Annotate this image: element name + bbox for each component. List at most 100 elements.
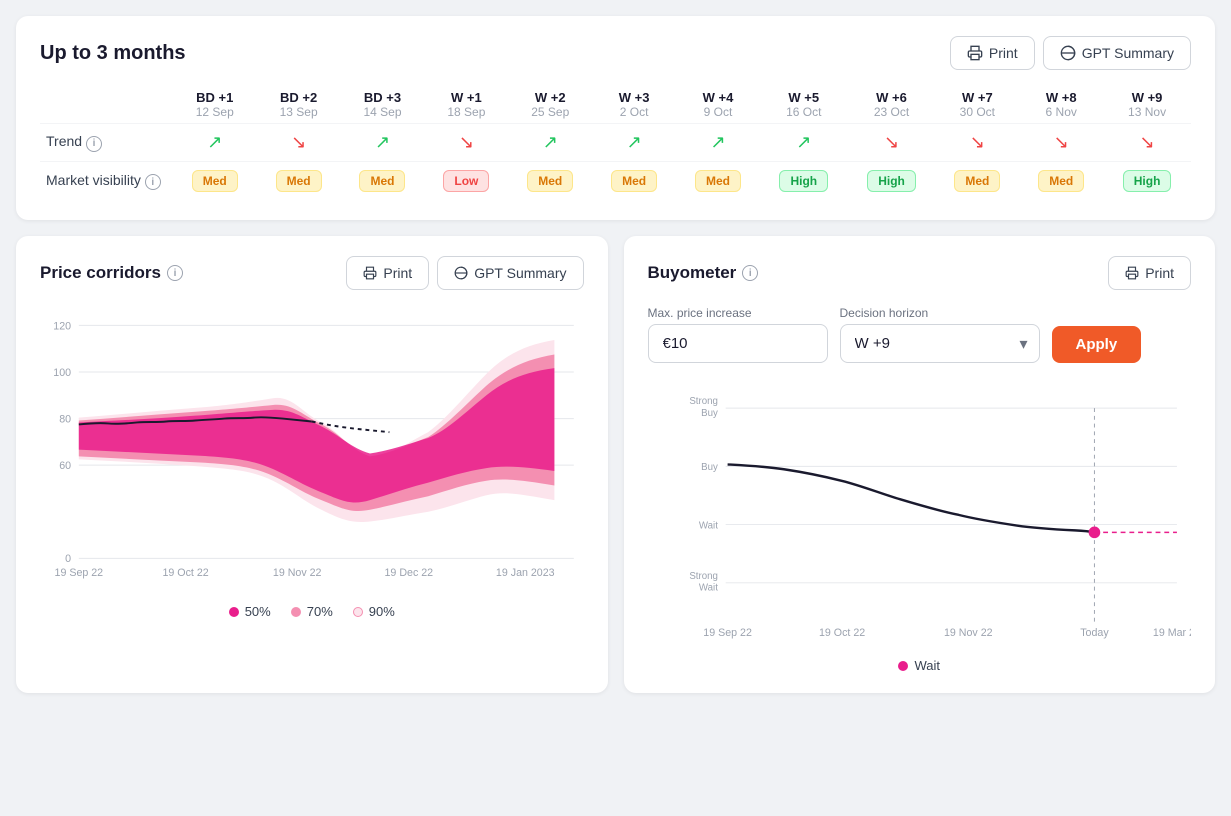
legend-50-dot (229, 607, 239, 617)
col-w6: W +623 Oct (848, 86, 936, 124)
buyometer-svg: Strong Buy Buy Wait Strong Wait 19 Sep 2… (648, 379, 1192, 641)
visibility-badge: High (867, 170, 916, 192)
col-w5: W +516 Oct (760, 86, 848, 124)
printer-icon (967, 45, 983, 61)
max-price-group: Max. price increase (648, 306, 828, 363)
price-corridors-info-icon[interactable]: i (167, 265, 183, 281)
svg-text:Strong: Strong (689, 571, 718, 582)
buyometer-legend-wait: Wait (898, 658, 940, 673)
trend-arrow: ↘ (459, 132, 474, 152)
max-price-input[interactable] (648, 324, 828, 363)
price-corridors-chart: 120 100 80 60 0 19 Sep 22 19 Oct 22 19 (40, 306, 584, 592)
svg-text:19 Sep 22: 19 Sep 22 (55, 567, 104, 579)
svg-text:120: 120 (53, 320, 71, 332)
trend-arrow: ↘ (291, 132, 306, 152)
trend-arrow: ↘ (1140, 132, 1155, 152)
svg-text:Buy: Buy (701, 462, 718, 473)
svg-text:60: 60 (59, 460, 71, 472)
max-price-label: Max. price increase (648, 306, 828, 320)
visibility-badge: High (779, 170, 828, 192)
buyometer-legend: Wait (648, 658, 1192, 673)
visibility-badge: Med (527, 170, 573, 192)
visibility-badge: Med (611, 170, 657, 192)
svg-text:19 Nov 22: 19 Nov 22 (273, 567, 322, 579)
col-bd2: BD +213 Sep (257, 86, 341, 124)
col-w7: W +730 Oct (935, 86, 1019, 124)
price-corridors-print-button[interactable]: Print (346, 256, 429, 290)
top-card-actions: Print GPT Summary (950, 36, 1191, 70)
col-w2: W +225 Sep (508, 86, 592, 124)
buyometer-dot (1088, 527, 1100, 539)
price-corridors-legend: 50% 70% 90% (40, 604, 584, 619)
svg-text:19 Oct 22: 19 Oct 22 (819, 627, 865, 639)
trend-arrow: ↗ (796, 132, 811, 152)
buyometer-print-button[interactable]: Print (1108, 256, 1191, 290)
trend-arrow: ↘ (884, 132, 899, 152)
svg-text:19 Mar 23: 19 Mar 23 (1152, 627, 1191, 639)
price-corridors-gpt-button[interactable]: GPT Summary (437, 256, 583, 290)
visibility-badge: Med (695, 170, 741, 192)
visibility-badge: Med (1038, 170, 1084, 192)
decision-horizon-select-wrapper: W +1 W +2 W +3 W +4 W +5 W +6 W +7 W +8 … (840, 324, 1040, 363)
visibility-badge: Med (192, 170, 238, 192)
gpt-summary-button[interactable]: GPT Summary (1043, 36, 1191, 70)
buyometer-info-icon[interactable]: i (742, 265, 758, 281)
visibility-badge: Med (359, 170, 405, 192)
trend-arrow: ↗ (207, 132, 222, 152)
legend-90: 90% (353, 604, 395, 619)
buyometer-line (727, 464, 1094, 532)
svg-text:19 Oct 22: 19 Oct 22 (162, 567, 208, 579)
buyometer-header: Buyometer i Print (648, 256, 1192, 290)
buyometer-controls: Max. price increase Decision horizon W +… (648, 306, 1192, 363)
visibility-badge: Med (954, 170, 1000, 192)
svg-text:19 Jan 2023: 19 Jan 2023 (496, 567, 555, 579)
svg-text:100: 100 (53, 367, 71, 379)
trend-info-icon[interactable]: i (86, 136, 102, 152)
visibility-info-icon[interactable]: i (145, 174, 161, 190)
svg-text:Strong: Strong (689, 396, 718, 407)
gpt-icon (1060, 45, 1076, 61)
legend-90-dot (353, 607, 363, 617)
top-card: Up to 3 months Print GPT Summary BD +112… (16, 16, 1215, 220)
legend-70-dot (291, 607, 301, 617)
svg-text:19 Nov 22: 19 Nov 22 (943, 627, 992, 639)
visibility-badge: Low (443, 170, 489, 192)
trend-arrow: ↘ (970, 132, 985, 152)
svg-text:Today: Today (1080, 627, 1109, 639)
price-corridors-actions: Print GPT Summary (346, 256, 583, 290)
col-w9: W +913 Nov (1103, 86, 1191, 124)
svg-text:80: 80 (59, 413, 71, 425)
col-w4: W +49 Oct (676, 86, 760, 124)
printer-icon (1125, 266, 1139, 280)
svg-text:Wait: Wait (698, 520, 717, 531)
col-w1: W +118 Sep (424, 86, 508, 124)
forecast-table: BD +112 Sep BD +213 Sep BD +314 Sep W +1… (40, 86, 1191, 200)
decision-horizon-select[interactable]: W +1 W +2 W +3 W +4 W +5 W +6 W +7 W +8 … (840, 324, 1040, 363)
visibility-badge: High (1123, 170, 1172, 192)
svg-text:Wait: Wait (698, 583, 717, 594)
trend-arrow: ↗ (543, 132, 558, 152)
printer-icon (363, 266, 377, 280)
price-corridors-card: Price corridors i Print GPT Summary (16, 236, 608, 693)
svg-text:Buy: Buy (701, 408, 718, 419)
svg-text:19 Dec 22: 19 Dec 22 (385, 567, 434, 579)
print-button[interactable]: Print (950, 36, 1035, 70)
buyometer-card: Buyometer i Print Max. price increase De… (624, 236, 1216, 693)
decision-horizon-group: Decision horizon W +1 W +2 W +3 W +4 W +… (840, 306, 1040, 363)
page-title: Up to 3 months (40, 42, 186, 65)
decision-horizon-label: Decision horizon (840, 306, 1040, 320)
buyometer-legend-dot (898, 661, 908, 671)
gpt-icon (454, 266, 468, 280)
trend-row: Trend i ↗ ↘ ↗ ↘ ↗ ↗ ↗ ↗ ↘ ↘ ↘ ↘ (40, 124, 1191, 162)
buyometer-chart: Strong Buy Buy Wait Strong Wait 19 Sep 2… (648, 379, 1192, 646)
price-corridors-header: Price corridors i Print GPT Summary (40, 256, 584, 290)
svg-text:0: 0 (65, 553, 71, 565)
trend-arrow: ↗ (375, 132, 390, 152)
trend-arrow: ↘ (1054, 132, 1069, 152)
col-bd3: BD +314 Sep (341, 86, 425, 124)
apply-button[interactable]: Apply (1052, 326, 1142, 363)
trend-arrow: ↗ (627, 132, 642, 152)
svg-text:19 Sep 22: 19 Sep 22 (703, 627, 752, 639)
bottom-row: Price corridors i Print GPT Summary (16, 236, 1215, 709)
col-bd1: BD +112 Sep (173, 86, 257, 124)
